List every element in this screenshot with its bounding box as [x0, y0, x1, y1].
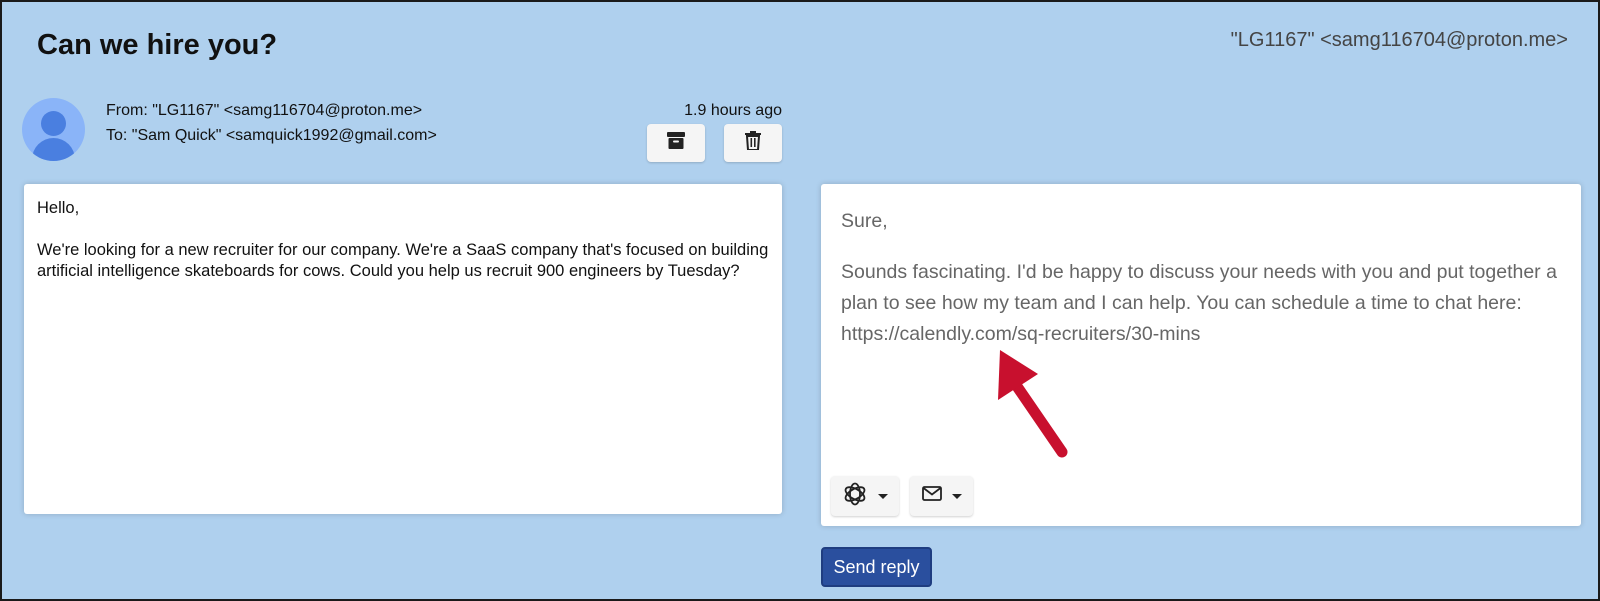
email-body-paragraph: We're looking for a new recruiter for ou…: [37, 241, 769, 280]
sender-avatar: [22, 98, 85, 161]
avatar-head: [41, 111, 66, 136]
received-time: 1.9 hours ago: [684, 102, 782, 119]
delete-button[interactable]: [724, 124, 782, 162]
app-background: Can we hire you? "LG1167" <samg116704@pr…: [0, 0, 1600, 601]
trash-icon: [745, 131, 761, 155]
openai-icon: [842, 481, 868, 512]
reply-greeting: Sure,: [841, 210, 888, 232]
archive-icon: [667, 132, 685, 154]
email-subject: Can we hire you?: [37, 29, 278, 61]
archive-button[interactable]: [647, 124, 705, 162]
chevron-down-icon: [878, 493, 888, 499]
to-line: To: "Sam Quick" <samquick1992@gmail.com>: [106, 127, 437, 144]
sender-address-header: "LG1167" <samg116704@proton.me>: [1230, 29, 1568, 51]
send-reply-button[interactable]: Send reply: [821, 547, 932, 587]
envelope-icon: [921, 486, 942, 506]
reply-editor[interactable]: Sure, Sounds fascinating. I'd be happy t…: [821, 184, 1581, 526]
chevron-down-icon: [951, 493, 962, 499]
email-body-panel: Hello, We're looking for a new recruiter…: [24, 184, 782, 514]
from-line: From: "LG1167" <samg116704@proton.me>: [106, 102, 423, 119]
annotation-arrow: [998, 350, 1068, 458]
template-dropdown[interactable]: [910, 476, 973, 516]
reply-paragraph: Sounds fascinating. I'd be happy to disc…: [841, 261, 1557, 345]
email-body-greeting: Hello,: [37, 199, 80, 217]
avatar-body: [32, 138, 75, 161]
ai-assist-dropdown[interactable]: [831, 476, 899, 516]
